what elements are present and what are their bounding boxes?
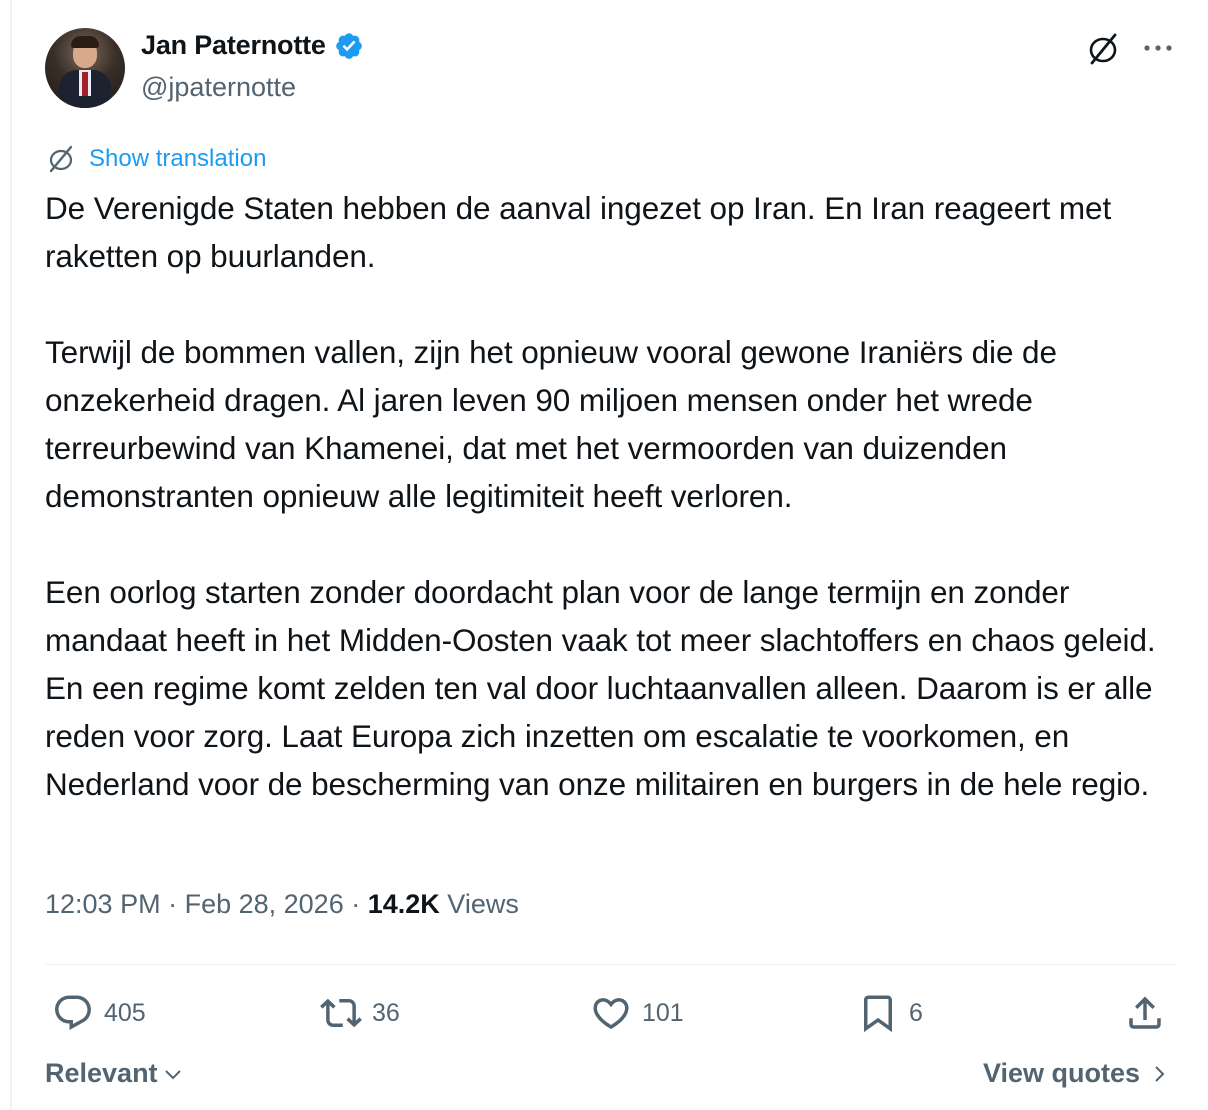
tweet-paragraph: Terwijl de bommen vallen, zijn het opnie… xyxy=(45,334,1057,514)
meta-separator: · xyxy=(160,889,185,919)
verified-badge-icon[interactable] xyxy=(334,31,364,61)
tweet-time[interactable]: 12:03 PM xyxy=(45,889,161,919)
page-left-border xyxy=(10,0,12,1110)
chevron-down-icon xyxy=(164,1069,181,1079)
tweet-meta: 12:03 PM · Feb 28, 2026 · 14.2K Views xyxy=(45,889,519,920)
author-name-row: Jan Paternotte xyxy=(141,30,364,61)
sort-replies-label: Relevant xyxy=(45,1058,158,1088)
view-quotes-link[interactable]: View quotes xyxy=(983,1058,1170,1089)
chevron-right-icon xyxy=(1155,1065,1165,1082)
repost-icon xyxy=(320,998,362,1028)
like-icon xyxy=(593,998,629,1030)
bookmark-count: 6 xyxy=(909,998,923,1027)
bookmark-icon xyxy=(864,995,892,1033)
reply-icon xyxy=(55,995,91,1030)
tweet-text: De Verenigde Staten hebben de aanval ing… xyxy=(45,184,1185,808)
views-label: Views xyxy=(447,889,519,919)
like-count: 101 xyxy=(642,998,684,1027)
tweet-paragraph: Een oorlog starten zonder doordacht plan… xyxy=(45,574,1156,802)
repost-count: 36 xyxy=(372,998,400,1027)
divider xyxy=(45,964,1177,965)
reply-count: 405 xyxy=(104,998,146,1027)
more-icon[interactable] xyxy=(1141,33,1175,63)
sort-replies-dropdown[interactable]: Relevant xyxy=(45,1058,184,1089)
views-count: 14.2K xyxy=(367,889,440,919)
author-handle[interactable]: @jpaternotte xyxy=(141,72,296,103)
author-display-name[interactable]: Jan Paternotte xyxy=(141,30,326,61)
show-translation-label: Show translation xyxy=(89,145,267,172)
reply-button[interactable]: 405 xyxy=(52,993,146,1033)
share-icon xyxy=(1129,996,1161,1029)
show-translation-link[interactable]: Show translation xyxy=(45,143,266,175)
tweet-date[interactable]: Feb 28, 2026 xyxy=(185,889,344,919)
share-button[interactable] xyxy=(1124,993,1166,1033)
translate-icon xyxy=(45,143,77,175)
view-quotes-label: View quotes xyxy=(982,1058,1140,1088)
bookmark-button[interactable]: 6 xyxy=(857,993,923,1033)
grok-icon[interactable] xyxy=(1084,30,1122,68)
meta-separator: · xyxy=(343,889,368,919)
avatar[interactable] xyxy=(45,28,125,108)
repost-button[interactable]: 36 xyxy=(320,993,400,1033)
like-button[interactable]: 101 xyxy=(590,993,684,1033)
tweet-paragraph: De Verenigde Staten hebben de aanval ing… xyxy=(45,190,1112,274)
